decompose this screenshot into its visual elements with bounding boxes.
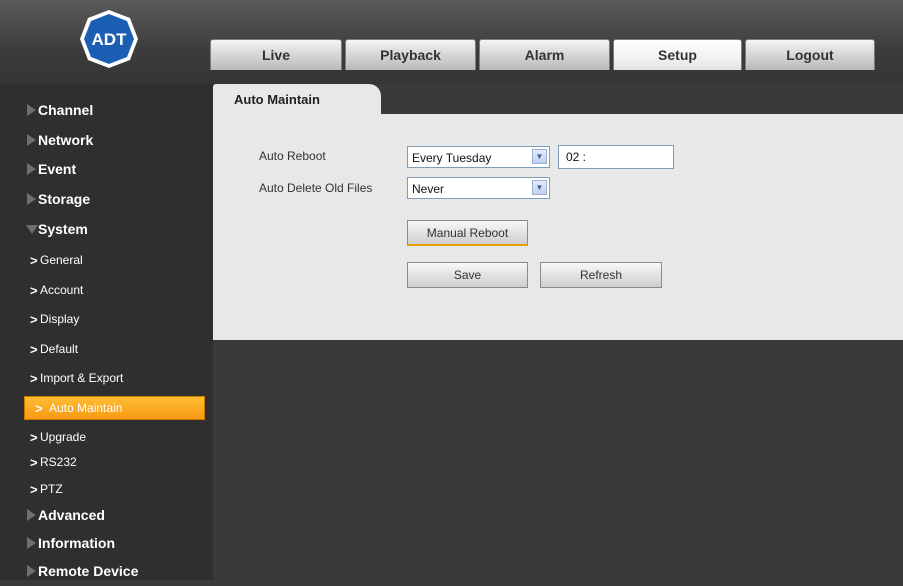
expand-arrow-icon [27, 509, 36, 521]
sidebar-item-label: Channel [38, 102, 94, 118]
sidebar-item-label: Information [38, 535, 115, 551]
sidebar-item-system[interactable]: System [0, 214, 213, 244]
svg-text:ADT: ADT [92, 30, 128, 49]
chevron-right-icon: > [30, 311, 38, 327]
selected-value: Never [412, 182, 445, 196]
sidebar-item-auto-maintain[interactable]: > Auto Maintain [24, 396, 205, 420]
expand-arrow-icon [27, 134, 36, 146]
sidebar-item-network[interactable]: Network [0, 125, 213, 155]
time-value: 02 : [566, 150, 587, 164]
sidebar-item-information[interactable]: Information [0, 528, 213, 558]
selected-value: Every Tuesday [412, 151, 492, 165]
sidebar-item-channel[interactable]: Channel [0, 95, 213, 125]
tab-setup[interactable]: Setup [613, 39, 742, 70]
adt-logo: ADT [78, 8, 140, 70]
tab-alarm[interactable]: Alarm [479, 39, 610, 70]
page-title-tab: Auto Maintain [213, 84, 381, 114]
tab-playback[interactable]: Playback [345, 39, 476, 70]
auto-reboot-day-select[interactable]: Every Tuesday ▼ [407, 146, 550, 168]
chevron-right-icon: > [30, 252, 38, 268]
sidebar-item-label: Advanced [38, 507, 105, 523]
chevron-right-icon: > [35, 400, 43, 416]
sidebar-item-general[interactable]: > General [0, 245, 213, 275]
expand-arrow-icon [27, 104, 36, 116]
sidebar-item-label: Event [38, 161, 77, 177]
sidebar-item-label: Account [40, 283, 84, 297]
sidebar-item-label: PTZ [40, 482, 63, 496]
sidebar-item-default[interactable]: > Default [0, 334, 213, 364]
sidebar-item-label: Auto Maintain [49, 401, 123, 415]
dropdown-arrow-icon: ▼ [532, 149, 547, 164]
tab-logout[interactable]: Logout [745, 39, 875, 70]
sidebar-item-label: General [40, 253, 83, 267]
header-bar: ADT Live Playback Alarm Setup Logout [0, 0, 903, 84]
expand-arrow-icon [27, 193, 36, 205]
save-button[interactable]: Save [407, 262, 528, 288]
chevron-right-icon: > [30, 341, 38, 357]
auto-delete-label: Auto Delete Old Files [259, 181, 373, 195]
chevron-right-icon: > [30, 454, 38, 470]
manual-reboot-button[interactable]: Manual Reboot [407, 220, 528, 246]
chevron-right-icon: > [30, 481, 38, 497]
sidebar-item-label: Remote Device [38, 563, 139, 579]
sidebar-item-label: Network [38, 132, 94, 148]
expand-arrow-icon [27, 537, 36, 549]
dropdown-arrow-icon: ▼ [532, 180, 547, 195]
sidebar-item-account[interactable]: > Account [0, 275, 213, 305]
sidebar-item-label: Storage [38, 191, 91, 207]
page-title: Auto Maintain [234, 92, 320, 107]
sidebar-item-label: Import & Export [40, 371, 124, 385]
sidebar: Channel Network Event Storage System > G… [0, 84, 213, 580]
sidebar-item-label: RS232 [40, 455, 77, 469]
sidebar-item-import-export[interactable]: > Import & Export [0, 363, 213, 393]
sidebar-item-label: Upgrade [40, 430, 87, 444]
tab-live[interactable]: Live [210, 39, 342, 70]
sidebar-item-event[interactable]: Event [0, 154, 213, 184]
sidebar-item-advanced[interactable]: Advanced [0, 500, 213, 530]
chevron-right-icon: > [30, 429, 38, 445]
sidebar-item-label: Default [40, 342, 79, 356]
auto-reboot-label: Auto Reboot [259, 149, 326, 163]
sidebar-item-label: System [38, 221, 88, 237]
settings-panel: Auto Reboot Every Tuesday ▼ 02 : Auto De… [213, 114, 903, 340]
chevron-right-icon: > [30, 370, 38, 386]
sidebar-item-storage[interactable]: Storage [0, 184, 213, 214]
sidebar-item-label: Display [40, 312, 80, 326]
refresh-button[interactable]: Refresh [540, 262, 662, 288]
sidebar-item-display[interactable]: > Display [0, 304, 213, 334]
sidebar-item-remote-device[interactable]: Remote Device [0, 556, 213, 586]
collapse-arrow-icon [26, 225, 38, 234]
auto-reboot-time-input[interactable]: 02 : [558, 145, 674, 169]
expand-arrow-icon [27, 565, 36, 577]
expand-arrow-icon [27, 163, 36, 175]
chevron-right-icon: > [30, 282, 38, 298]
sidebar-item-rs232[interactable]: > RS232 [0, 447, 213, 477]
auto-delete-select[interactable]: Never ▼ [407, 177, 550, 199]
